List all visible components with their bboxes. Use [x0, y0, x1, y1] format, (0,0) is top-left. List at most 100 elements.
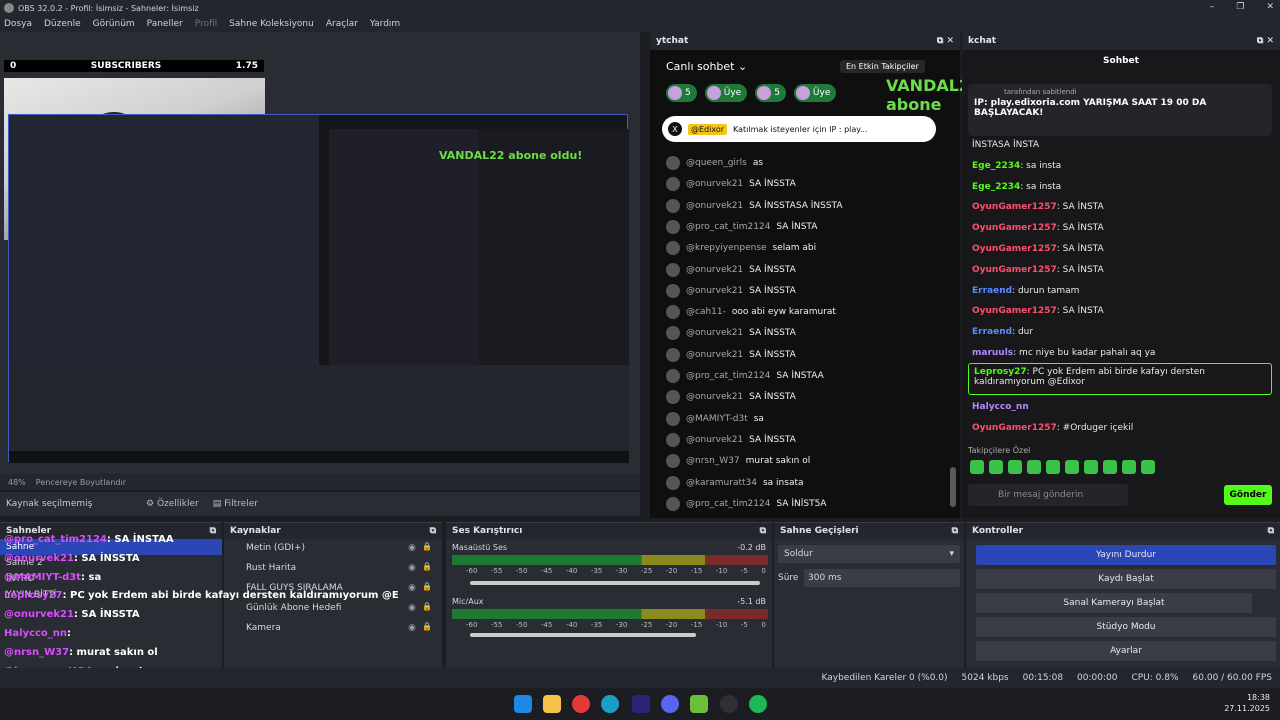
dock-close-icon[interactable]: ⧉ ✕: [937, 36, 954, 46]
sub-count-left: 0: [10, 61, 17, 71]
emote-icon[interactable]: [1027, 460, 1041, 474]
kick-chat-message: maruuls: mc niye bu kadar pahalı aq ya: [972, 348, 1156, 358]
filters-button[interactable]: ▤ Filtreler: [213, 499, 258, 509]
lock-icon: 🔒: [422, 582, 432, 591]
chrome-icon[interactable]: [572, 695, 590, 713]
yt-badge[interactable]: 5: [755, 84, 786, 102]
kchat-title: kchat: [968, 36, 997, 46]
kick-message-input[interactable]: Bir mesaj gönderin: [968, 484, 1128, 506]
system-clock[interactable]: 18:38 27.11.2025: [1224, 692, 1270, 714]
edge-icon[interactable]: [601, 695, 619, 713]
meter-tick: -40: [565, 567, 578, 575]
dock-close-icon[interactable]: ⧉ ✕: [1257, 36, 1274, 46]
menu-edit[interactable]: Düzenle: [44, 19, 81, 29]
properties-button[interactable]: ⚙ Özellikler: [146, 499, 199, 509]
menu-file[interactable]: Dosya: [4, 19, 32, 29]
transition-select[interactable]: Soldur ▾: [778, 545, 960, 563]
yt-chat-message: @pro_cat_tim2124 SA İNİST5A: [666, 496, 826, 511]
yt-chat-header[interactable]: Canlı sohbet ⌄: [666, 60, 747, 73]
obs-taskbar-icon[interactable]: [720, 695, 738, 713]
lock-icon: 🔒: [422, 622, 432, 631]
yt-scrollbar[interactable]: [950, 467, 956, 507]
emote-icon[interactable]: [1103, 460, 1117, 474]
badge-avatar: [795, 86, 810, 100]
kchat-dock-header: kchat ⧉ ✕: [962, 32, 1280, 50]
minimize-button[interactable]: –: [1210, 2, 1215, 12]
meter-tick: -5: [740, 621, 748, 629]
start-recording-button[interactable]: Kaydı Başlat: [976, 569, 1276, 589]
ytchat-title: ytchat: [656, 36, 689, 46]
emote-icon[interactable]: [989, 460, 1003, 474]
meter-tick: -40: [565, 621, 578, 629]
top-chatters-button[interactable]: En Etkin Takipçiler: [840, 60, 925, 73]
highlighted-message: Leprosy27: PC yok Erdem abi birde kafayı…: [968, 363, 1272, 395]
controls-title: Kontroller: [972, 526, 1024, 536]
fps: 60.00 / 60.00 FPS: [1192, 673, 1272, 683]
badge-avatar: [706, 86, 721, 100]
close-button[interactable]: ✕: [1266, 2, 1274, 12]
kick-chat-message: OyunGamer1257: SA İNSTA: [972, 264, 1104, 275]
stop-stream-button[interactable]: Yayını Durdur: [976, 545, 1276, 565]
menu-tools[interactable]: Araçlar: [326, 19, 358, 29]
avatar: [666, 241, 680, 256]
menu-docks[interactable]: Paneller: [147, 19, 183, 29]
yt-chat-message: @krepyiyenpense selam abi: [666, 241, 816, 256]
yt-chat-message: @onurvek21 SA İNSSTA: [666, 326, 796, 341]
windows-start-icon[interactable]: [514, 695, 532, 713]
ch1-meter: [452, 555, 768, 565]
duration-input[interactable]: 300 ms: [804, 569, 960, 587]
emote-icon[interactable]: [1084, 460, 1098, 474]
eye-icon: ◉: [408, 543, 416, 553]
emote-icon[interactable]: [1122, 460, 1136, 474]
studio-mode-button[interactable]: Stüdyo Modu: [976, 617, 1276, 637]
menu-scene-collection[interactable]: Sahne Koleksiyonu: [229, 19, 314, 29]
ch2-meter: [452, 609, 768, 619]
meter-tick: -50: [515, 621, 528, 629]
yt-badge[interactable]: 5: [666, 84, 697, 102]
meter-tick: -20: [665, 567, 678, 575]
kick-chat-message: OyunGamer1257: SA İNSTA: [972, 306, 1104, 317]
emote-icon[interactable]: [970, 460, 984, 474]
settings-button[interactable]: Ayarlar: [976, 641, 1276, 661]
kick-chat-message: Erraend: dur: [972, 327, 1034, 338]
premiere-icon[interactable]: [632, 695, 650, 713]
emote-icon[interactable]: [1141, 460, 1155, 474]
kchat-dock: kchat ⧉ ✕ Sohbet tarafından sabitlendi I…: [962, 32, 1280, 518]
nested-alert: VANDAL22 abone oldu!: [439, 149, 583, 162]
kick-chat-message: Ege_2234: sa insta: [972, 181, 1062, 192]
subscriber-bar: 0 SUBSCRIBERS 1.75: [4, 60, 264, 72]
obs-logo-icon: [4, 3, 14, 13]
scale-mode[interactable]: Pencereye Boyutlandır: [36, 478, 126, 487]
yt-badge[interactable]: Üye: [704, 84, 748, 102]
file-explorer-icon[interactable]: [543, 695, 561, 713]
window-title: OBS 32.0.2 - Profil: İsimsiz - Sahneler:…: [18, 3, 199, 13]
minecraft-icon[interactable]: [690, 695, 708, 713]
avatar: [666, 475, 680, 490]
menu-profile[interactable]: Profil: [195, 19, 217, 29]
maximize-button[interactable]: ❐: [1236, 2, 1244, 12]
zoom-level[interactable]: 48%: [8, 478, 26, 487]
spotify-icon[interactable]: [749, 695, 767, 713]
menu-view[interactable]: Görünüm: [93, 19, 135, 29]
emote-icon[interactable]: [1065, 460, 1079, 474]
menu-help[interactable]: Yardım: [370, 19, 400, 29]
emote-icon[interactable]: [1046, 460, 1060, 474]
mixer-panel: Ses Karıştırıcı ⧉ Masaüstü Ses -0.2 dB -6…: [446, 522, 772, 668]
discord-icon[interactable]: [661, 695, 679, 713]
status-bar: Kaybedilen Kareler 0 (%0.0) 5024 kbps 00…: [0, 668, 1280, 688]
ch1-volume-slider[interactable]: [470, 581, 760, 585]
meter-tick: -55: [490, 567, 503, 575]
kick-pinned[interactable]: tarafından sabitlendi IP: play.edixoria.…: [968, 84, 1272, 136]
kick-header: Sohbet: [1103, 56, 1139, 66]
lock-icon: 🔒: [422, 542, 432, 551]
overlay-chat-line: @MAMIYT-d3t: sa: [4, 571, 102, 583]
pinned-message[interactable]: X @Edixor Katılmak isteyenler için IP : …: [662, 116, 936, 142]
yt-badge[interactable]: Üye: [793, 84, 837, 102]
virtual-camera-button[interactable]: Sanal Kamerayı Başlat: [976, 593, 1252, 613]
send-button[interactable]: Gönder: [1224, 485, 1272, 505]
preview-canvas[interactable]: VANDAL22 abone oldu! 0 SUBSCRIBERS 1.75: [0, 32, 640, 474]
emote-icon[interactable]: [1008, 460, 1022, 474]
eye-icon: ◉: [408, 563, 416, 573]
ch2-volume-slider[interactable]: [470, 633, 696, 637]
live-time: 00:15:08: [1022, 673, 1064, 683]
